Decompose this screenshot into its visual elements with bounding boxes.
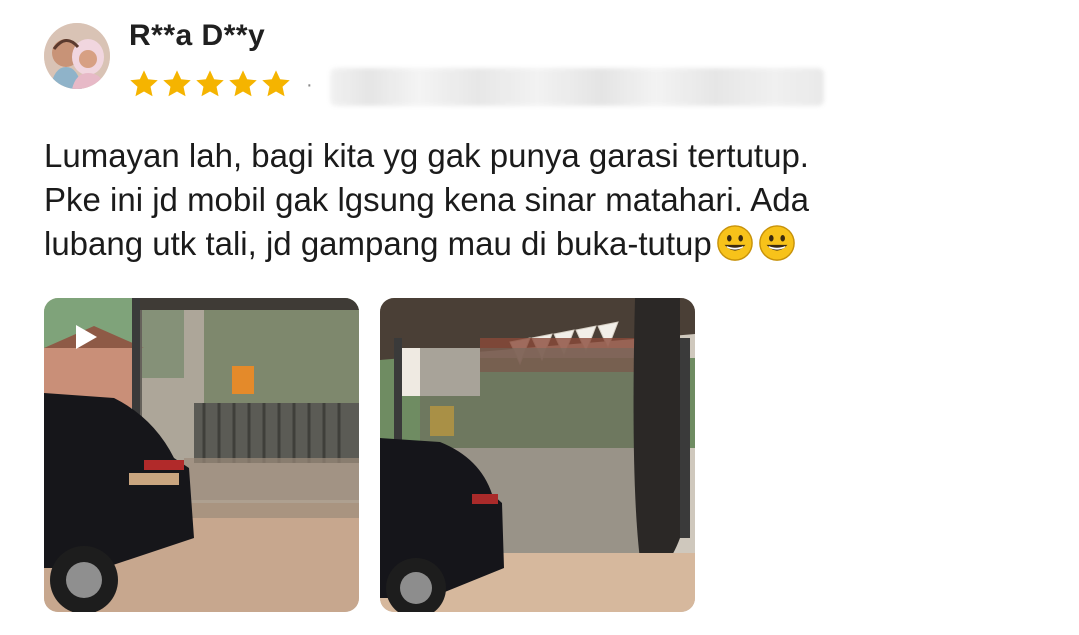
review-line: Lumayan lah, bagi kita yg gak punya gara… xyxy=(44,137,809,174)
rating-stars xyxy=(128,68,292,102)
grinning-face-icon xyxy=(758,225,795,261)
blurred-metadata xyxy=(330,68,824,106)
star-icon xyxy=(130,70,158,97)
star-icon xyxy=(229,70,257,97)
review-text: Lumayan lah, bagi kita yg gak punya gara… xyxy=(44,134,1044,266)
star-icon xyxy=(163,70,191,97)
star-icon xyxy=(196,70,224,97)
review-line-text: lubang utk tali, jd gampang mau di buka-… xyxy=(44,225,712,262)
review-photo-image xyxy=(380,298,695,612)
reviewer-name: R**a D**y xyxy=(129,19,266,52)
grinning-face-icon xyxy=(716,225,753,261)
review-line-last: lubang utk tali, jd gampang mau di buka-… xyxy=(44,222,1044,266)
avatar-photo xyxy=(44,23,110,89)
play-icon[interactable] xyxy=(70,322,100,352)
star-icon xyxy=(262,70,290,97)
review-photo[interactable] xyxy=(380,298,695,612)
review-line: Pke ini jd mobil gak lgsung kena sinar m… xyxy=(44,181,809,218)
dot-separator: · xyxy=(306,74,313,96)
avatar[interactable] xyxy=(44,23,110,89)
review-card: R**a D**y · Lumayan lah, bagi kita yg ga… xyxy=(0,0,1079,635)
